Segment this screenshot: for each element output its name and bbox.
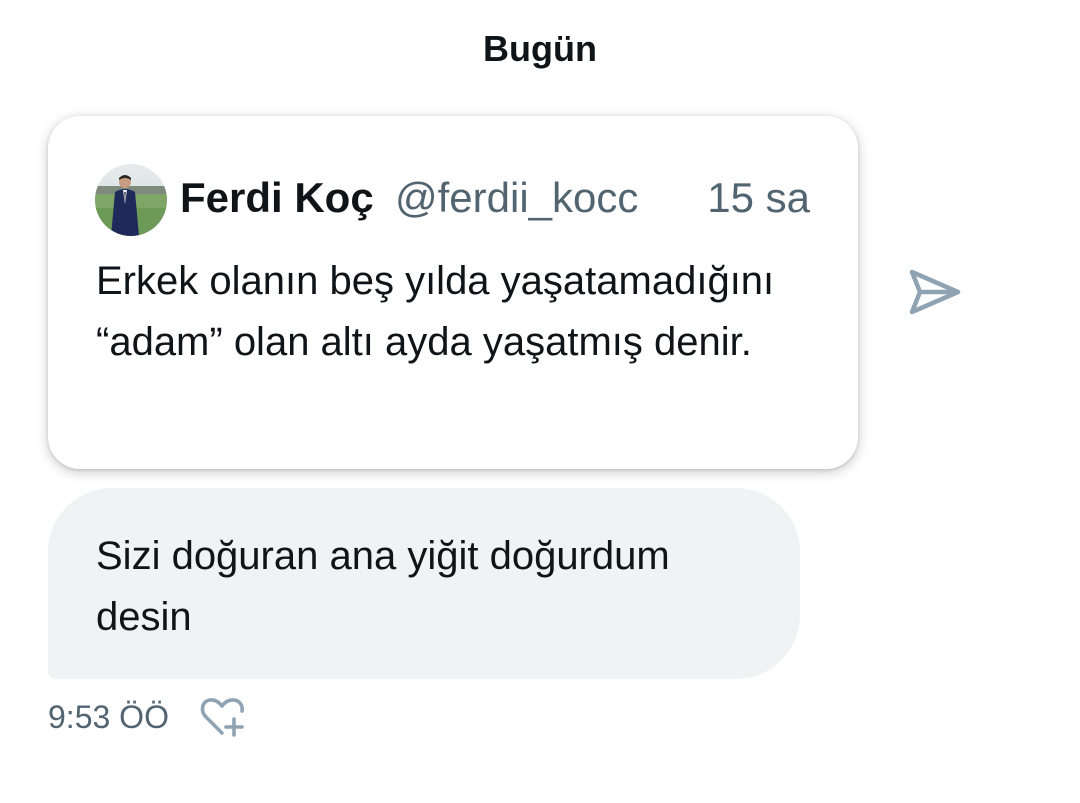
tweet-text: Erkek olanın beş yılda yaşatamadığını “a… xyxy=(96,259,775,364)
message-text: Sizi doğuran ana yiğit doğurdum desin xyxy=(96,534,670,639)
author-avatar[interactable] xyxy=(95,164,167,236)
message-bubble[interactable]: Sizi doğuran ana yiğit doğurdum desin xyxy=(48,488,800,679)
tweet-header: Ferdi Koç @ferdii_kocc 15 sa xyxy=(95,164,810,236)
shared-tweet-card[interactable]: Ferdi Koç @ferdii_kocc 15 sa Erkek olanı… xyxy=(48,116,858,469)
author-name[interactable]: Ferdi Koç xyxy=(180,174,374,222)
person-in-suit-avatar-icon xyxy=(95,164,167,236)
message-timestamp: 9:53 ÖÖ xyxy=(48,699,169,735)
send-arrow-icon[interactable] xyxy=(906,266,964,322)
day-label: Bugün xyxy=(483,28,597,69)
tweet-timestamp: 15 sa xyxy=(707,174,810,221)
message-meta: 9:53 ÖÖ xyxy=(48,693,308,737)
author-handle[interactable]: @ferdii_kocc xyxy=(395,174,638,222)
heart-plus-icon[interactable] xyxy=(198,693,248,739)
